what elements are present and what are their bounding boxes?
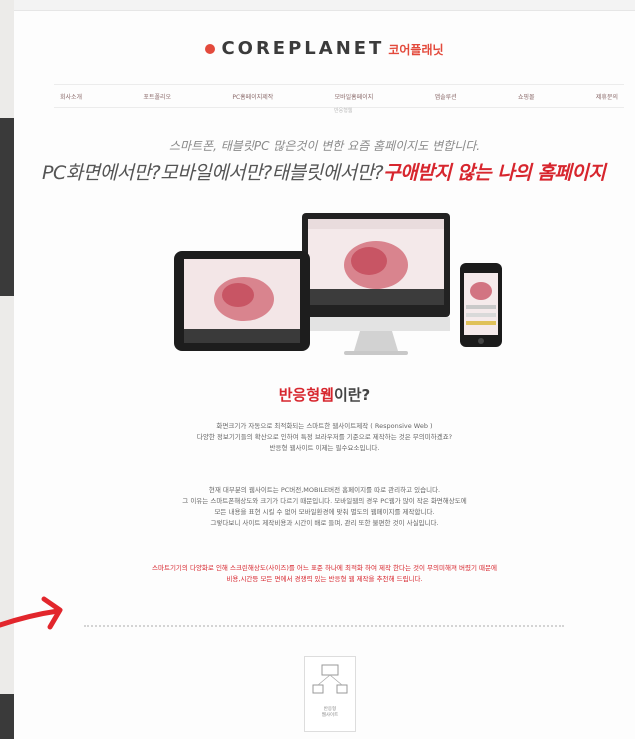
tablet-illustration	[174, 251, 310, 351]
nav-item[interactable]: 포트폴리오	[137, 92, 177, 101]
site-logo[interactable]: COREPLANET 코어플래닛	[14, 38, 635, 59]
top-band	[14, 0, 635, 11]
paragraph-line: 스마트기기의 다양화로 인해 스크린해상도(사이즈)를 어느 표준 하나에 최적…	[152, 564, 497, 572]
paragraph-3-highlight: 스마트기기의 다양화로 인해 스크린해상도(사이즈)를 어느 표준 하나에 최적…	[14, 563, 635, 585]
main-nav: 회사소개 포트폴리오 PC홈페이지제작 모바일홈페이지 앱솔루션 쇼핑몰 제휴문…	[54, 84, 624, 108]
section-title: 반응형웹이란?	[14, 384, 635, 405]
nav-sub-item[interactable]: 반응형웹	[334, 107, 352, 114]
nav-item[interactable]: PC홈페이지제작	[226, 92, 279, 101]
thumbnail-caption: 반응형 웹사이트	[305, 707, 355, 719]
paragraph-line: 반응형 웹사이트 이제는 필수요소입니다.	[269, 444, 380, 452]
network-icon	[312, 664, 348, 694]
nav-item[interactable]: 회사소개	[54, 92, 88, 101]
logo-korean: 코어플래닛	[388, 43, 444, 57]
dotted-divider	[84, 625, 564, 627]
paragraph-line: 모든 내용을 표현 시킬 수 없어 모바일환경에 맞춰 별도의 웹페이지를 제작…	[214, 508, 435, 516]
intro-headline: PC화면에서만?모바일에서만?태블릿에서만?구애받지 않는 나의 홈페이지	[42, 158, 635, 185]
paragraph-line: 그렇다보니 사이트 제작비용과 시간이 배로 들며, 관리 또한 불편한 것이 …	[210, 519, 439, 527]
paragraph-line: 화면크기가 자동으로 최적화되는 스마트한 웹사이트제작 ( Responsiv…	[216, 422, 433, 430]
red-arrow-annotation	[0, 596, 63, 630]
paragraph-1: 화면크기가 자동으로 최적화되는 스마트한 웹사이트제작 ( Responsiv…	[14, 421, 635, 454]
webpage: COREPLANET 코어플래닛 회사소개 포트폴리오 PC홈페이지제작 모바일홈…	[14, 0, 635, 739]
nav-item[interactable]: 앱솔루션	[429, 92, 463, 101]
intro-headline-plain: PC화면에서만?모바일에서만?태블릿에서만?	[42, 162, 384, 184]
phone-illustration	[460, 263, 502, 347]
responsive-web-thumbnail[interactable]: 반응형 웹사이트	[304, 656, 356, 732]
logo-text: COREPLANET	[221, 38, 385, 59]
logo-dot-icon	[205, 44, 216, 54]
paragraph-2: 현재 대부분의 웹사이트는 PC버전,MOBILE버전 홈페이지를 따로 관리하…	[14, 485, 635, 529]
intro-subtitle: 스마트폰, 태블릿PC 많은것이 변한 요즘 홈페이지도 변합니다.	[168, 139, 481, 153]
paragraph-line: 그 이유는 스마트폰해상도와 크기가 다르기 때문입니다. 모바일웹의 경우 P…	[182, 497, 467, 505]
paragraph-line: 비용,시간등 모든 면에서 경쟁력 있는 반응형 웹 제작을 추천해 드립니다.	[226, 575, 423, 583]
nav-item[interactable]: 모바일홈페이지	[329, 92, 380, 101]
nav-item[interactable]: 쇼핑몰	[512, 92, 541, 101]
nav-item[interactable]: 제휴문의	[590, 92, 624, 101]
monitor-illustration	[302, 213, 450, 355]
left-dark-panel-bottom	[0, 694, 14, 739]
thumbnail-caption-line: 웹사이트	[321, 713, 339, 718]
paragraph-line: 현재 대부분의 웹사이트는 PC버전,MOBILE버전 홈페이지를 따로 관리하…	[208, 486, 441, 494]
responsive-devices-illustration	[174, 213, 502, 355]
left-dark-panel	[0, 118, 14, 296]
paragraph-line: 다양한 정보기기들의 확산으로 인하여 특정 브라우저를 기준으로 제작하는 것…	[196, 433, 453, 441]
section-title-red: 반응형웹	[278, 386, 334, 404]
intro-headline-red: 구애받지 않는 나의 홈페이지	[383, 162, 606, 184]
section-title-plain: 이란?	[333, 386, 371, 404]
